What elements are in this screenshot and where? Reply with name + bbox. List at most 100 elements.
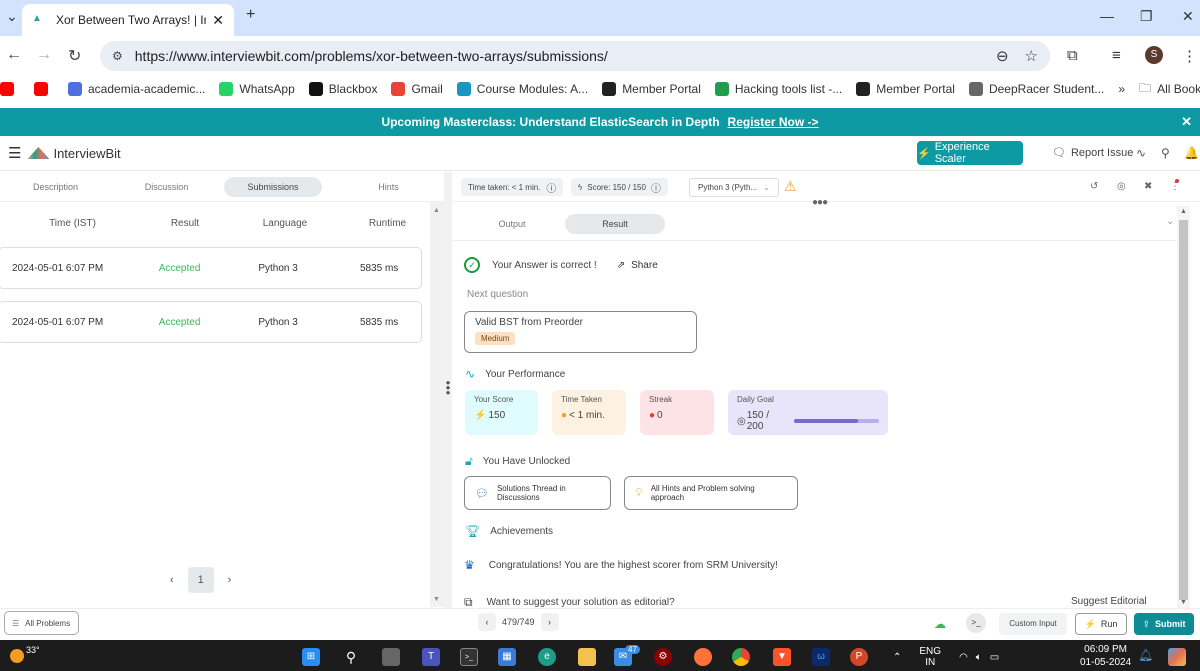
bookmarks-overflow-icon[interactable]: »	[1118, 82, 1125, 96]
all-bookmarks-button[interactable]: 🗀 All Bookmarks	[1139, 79, 1200, 100]
user-icon[interactable]: ⚲	[1161, 146, 1170, 160]
zoom-out-icon[interactable]: ⊖	[996, 47, 1009, 65]
brand-logo[interactable]: ☰ InterviewBit	[8, 144, 121, 162]
tab-submissions[interactable]: Submissions	[224, 176, 322, 197]
copilot-icon[interactable]	[1168, 648, 1186, 666]
new-tab-icon[interactable]: +	[246, 6, 255, 24]
tab-output[interactable]: Output	[462, 214, 562, 234]
next-problem-icon[interactable]: ›	[540, 613, 559, 631]
activity-icon[interactable]: ∿	[1136, 146, 1146, 160]
next-question-card[interactable]: Valid BST from Preorder Medium	[464, 311, 697, 353]
wifi-icon[interactable]: ◠	[959, 652, 968, 663]
tab-result[interactable]: Result	[565, 214, 665, 234]
notification-bell-icon[interactable]: 🔔	[1184, 146, 1199, 160]
tab-search-chevron-icon[interactable]: ⌄	[6, 8, 18, 25]
custom-input-button[interactable]: Custom Input	[999, 613, 1067, 635]
tab-discussion[interactable]: Discussion	[111, 177, 222, 197]
hamburger-menu-icon[interactable]: ☰	[8, 144, 21, 162]
extensions-icon[interactable]: ⧉	[1067, 47, 1078, 64]
bookmark-item[interactable]: WhatsApp	[219, 82, 295, 96]
language-select[interactable]: Python 3 (Pyth... ⌄	[689, 178, 779, 197]
antivirus-icon[interactable]: ⚙	[654, 648, 672, 666]
media-controls-icon[interactable]: ≡	[1112, 47, 1121, 64]
reload-icon[interactable]: ↻	[68, 46, 81, 66]
right-scrollbar[interactable]: ▲ ▼	[1177, 206, 1190, 608]
bookmark-item[interactable]	[34, 82, 54, 96]
experience-scaler-button[interactable]: ⚡ Experience Scaler	[917, 141, 1023, 165]
submission-row[interactable]: 2024-05-01 6:07 PM Accepted Python 3 583…	[0, 247, 422, 289]
back-icon[interactable]: ←	[6, 46, 22, 64]
search-icon[interactable]: ⚲	[342, 648, 360, 666]
powerpoint-icon[interactable]: P	[850, 648, 868, 666]
scroll-down-icon[interactable]: ▼	[1180, 599, 1187, 606]
minimize-icon[interactable]: —	[1100, 8, 1114, 24]
task-view-icon[interactable]	[382, 648, 400, 666]
unlocked-hints[interactable]: 💡︎ All Hints and Problem solving approac…	[624, 476, 798, 510]
url-text[interactable]: https://www.interviewbit.com/problems/xo…	[135, 48, 980, 64]
address-bar[interactable]: ⚙ https://www.interviewbit.com/problems/…	[100, 41, 1050, 71]
prev-page-icon[interactable]: ‹	[170, 574, 174, 586]
previous-problem-icon[interactable]: ‹	[478, 613, 496, 631]
firefox-icon[interactable]	[694, 648, 712, 666]
close-window-icon[interactable]: ✕	[1182, 8, 1194, 25]
volume-icon[interactable]: 🔈︎	[976, 652, 982, 663]
bookmark-item[interactable]: DeepRacer Student...	[968, 82, 1104, 96]
terminal-icon[interactable]: >_	[460, 648, 478, 666]
submit-button[interactable]: ⇪ Submit	[1134, 613, 1194, 635]
close-banner-icon[interactable]: ✕	[1181, 114, 1192, 130]
settings-icon[interactable]: ◎	[1117, 181, 1126, 192]
unlocked-solutions-thread[interactable]: 💬︎ Solutions Thread in Discussions	[464, 476, 611, 510]
tab-description[interactable]: Description	[0, 177, 111, 197]
profile-avatar[interactable]: S	[1145, 46, 1163, 64]
scroll-thumb[interactable]	[1179, 220, 1188, 600]
clock[interactable]: 06:09 PM 01-05-2024	[1080, 643, 1131, 669]
show-hidden-icons[interactable]: ⌃	[893, 652, 901, 663]
register-now-link[interactable]: Register Now ->	[728, 115, 819, 129]
share-button[interactable]: ⇗ Share	[617, 260, 658, 271]
info-icon[interactable]: ⓘ	[546, 180, 556, 195]
report-issue-button[interactable]: 🗨 Report Issue	[1052, 146, 1133, 160]
info-icon[interactable]: ⓘ	[651, 180, 661, 195]
close-tab-icon[interactable]: ✕	[212, 12, 224, 29]
scroll-up-icon[interactable]: ▲	[1180, 208, 1187, 215]
bookmark-item[interactable]: Hacking tools list -...	[714, 82, 842, 96]
all-problems-button[interactable]: ☰ All Problems	[4, 611, 79, 635]
console-icon[interactable]: >_	[966, 613, 986, 633]
edge-icon[interactable]: e	[538, 648, 556, 666]
forward-icon[interactable]: →	[36, 46, 52, 64]
bookmark-item[interactable]	[0, 82, 20, 96]
bookmark-star-icon[interactable]: ☆	[1025, 47, 1038, 65]
warning-icon[interactable]: ⚠	[784, 178, 797, 195]
drag-handle-icon[interactable]: ● ● ●	[445, 379, 451, 397]
browser-menu-icon[interactable]: ⋮	[1182, 47, 1197, 65]
suggest-editorial-button[interactable]: Suggest Editorial	[1071, 596, 1147, 607]
site-settings-icon[interactable]: ⚙	[112, 49, 123, 63]
reset-code-icon[interactable]: ↺	[1090, 181, 1098, 192]
restore-icon[interactable]: ❐	[1140, 8, 1153, 25]
start-icon[interactable]: ⊞	[302, 648, 320, 666]
fullscreen-icon[interactable]: ✖	[1144, 181, 1152, 192]
next-page-icon[interactable]: ›	[228, 574, 232, 586]
bookmark-item[interactable]: Member Portal	[602, 82, 701, 96]
scroll-up-icon[interactable]: ▲	[433, 207, 440, 214]
bookmark-item[interactable]: Member Portal	[856, 82, 955, 96]
bookmark-item[interactable]: Course Modules: A...	[456, 82, 588, 96]
run-button[interactable]: ⚡ Run	[1075, 613, 1127, 635]
scroll-down-icon[interactable]: ▼	[433, 596, 440, 603]
file-explorer-icon[interactable]	[578, 648, 596, 666]
notifications-icon[interactable]: 🔔︎	[1138, 648, 1153, 662]
teams-icon[interactable]: T	[422, 648, 440, 666]
brave-icon[interactable]: ▼	[773, 648, 791, 666]
submission-row[interactable]: 2024-05-01 6:07 PM Accepted Python 3 583…	[0, 301, 422, 343]
store-icon[interactable]: ▦	[498, 648, 516, 666]
battery-icon[interactable]: ▭	[990, 652, 999, 663]
language-indicator[interactable]: ENG IN	[919, 646, 941, 668]
left-scrollbar[interactable]: ▲ ▼	[430, 202, 444, 607]
webex-icon[interactable]: ω	[812, 648, 830, 666]
browser-tab[interactable]: ▲ Xor Between Two Arrays! | Inter ✕	[22, 4, 234, 36]
collapse-chevron-icon[interactable]: ⌄	[1166, 216, 1174, 227]
page-number[interactable]: 1	[187, 567, 214, 593]
bookmark-item[interactable]: academia-academic...	[68, 82, 205, 96]
chrome-icon[interactable]	[732, 648, 750, 666]
bookmark-item[interactable]: Blackbox	[308, 82, 377, 96]
